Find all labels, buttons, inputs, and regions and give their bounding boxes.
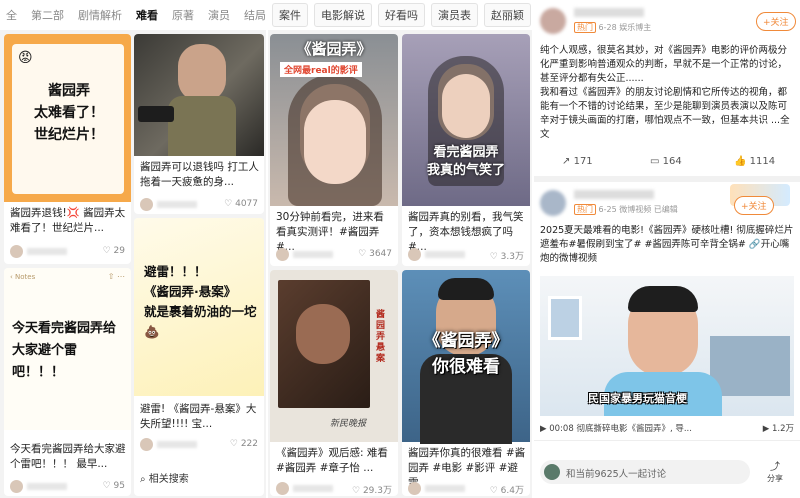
tag-chip[interactable]: 电影解说: [314, 3, 372, 27]
heart-icon[interactable]: ♡: [352, 486, 360, 496]
note-card[interactable]: 😡 酱园弄 太难看了！ 世纪烂片！ 酱园弄退钱!💢 酱园弄太难看了！世纪烂片..…: [4, 34, 131, 264]
note-cover: 避雷！！！ 《酱园弄·悬案》 就是裹着奶油的一坨💩: [134, 218, 264, 396]
note-cover: ‹ Notes ⇧ ⋯ 今天看完酱园弄给大家避个雷吧！！！: [4, 268, 131, 430]
cover-headline: 今天看完酱园弄给大家避个雷吧！！！: [12, 321, 117, 380]
tag-bar: 案件 电影解说 好看吗 演员表 赵丽颖: [268, 0, 532, 30]
xhs-panel-left: 全 第二部 剧情解析 难看 原著 演员 结局 😡 酱园弄 太难看了！ 世纪烂片！…: [0, 0, 266, 498]
heart-icon[interactable]: ♡: [103, 246, 111, 256]
like-button[interactable]: 👍 1114: [734, 156, 775, 167]
heart-icon[interactable]: ♡: [358, 249, 366, 259]
note-meta: ♡ 6.4万: [408, 482, 524, 496]
heart-icon[interactable]: ♡: [490, 486, 498, 496]
tab[interactable]: 原著: [172, 7, 194, 23]
weibo-post: 热门 6-28 娱乐博主 +关注 纯个人观感，很莫名其妙，对《酱园弄》电影的评价…: [534, 0, 800, 176]
avatar: [10, 245, 23, 258]
thumb-up-icon: 👍: [734, 156, 747, 167]
note-meta: ♡ 95: [10, 480, 125, 494]
view-icon: ▶: [762, 424, 770, 434]
cover-headline: 避雷！！！ 《酱园弄·悬案》 就是裹着奶油的一坨💩: [144, 264, 257, 339]
video-subtitle: 民国家暴男玩猫音梗: [588, 392, 687, 405]
follow-button[interactable]: +关注: [756, 12, 796, 31]
xhs-panel-middle: 案件 电影解说 好看吗 演员表 赵丽颖 《酱园弄》 全网最real的影评 30分…: [268, 0, 532, 498]
note-card[interactable]: 看完酱园弄 我真的气笑了 酱园弄真的别看，我气笑了，资本想钱想疯了吗 #... …: [402, 34, 530, 266]
weibo-panel: 热门 6-28 娱乐博主 +关注 纯个人观感，很莫名其妙，对《酱园弄》电影的评价…: [534, 0, 800, 498]
note-meta: ♡ 29: [10, 245, 125, 259]
note-meta: ♡ 3.3万: [408, 248, 524, 262]
related-search[interactable]: ⌕ 相关搜索: [140, 470, 189, 485]
comment-input[interactable]: 和当前9625人一起讨论: [540, 460, 750, 484]
cover-title: 看完酱园弄 我真的气笑了: [426, 145, 505, 178]
post-meta: 热门 6-28 娱乐博主: [574, 22, 651, 33]
note-card[interactable]: 避雷！！！ 《酱园弄·悬案》 就是裹着奶油的一坨💩 避雷! 《酱园弄-悬案》大失…: [134, 218, 264, 496]
comment-button[interactable]: ▭ 164: [650, 156, 682, 167]
note-meta: ♡ 4077: [140, 198, 258, 212]
tag-chip[interactable]: 赵丽颖: [484, 3, 531, 27]
tag-chip[interactable]: 好看吗: [378, 3, 425, 27]
note-cover: 《酱园弄》 你很难看: [402, 270, 530, 444]
note-title: 《酱园弄》观后感: 难看 #酱园弄 #章子怡 ...: [276, 447, 388, 474]
avatar: [10, 480, 23, 493]
repost-button[interactable]: ↗ 171: [562, 156, 593, 167]
avatar: [276, 248, 289, 261]
note-title: 酱园弄退钱!💢 酱园弄太难看了！世纪烂片...: [10, 207, 126, 234]
note-title: 酱园弄可以退钱吗 打工人拖着一天疲惫的身...: [140, 161, 259, 188]
tab[interactable]: 演员: [208, 7, 230, 23]
tab[interactable]: 结局: [244, 7, 266, 23]
avatar: [140, 438, 153, 451]
tab[interactable]: 剧情解析: [78, 7, 122, 23]
follow-button[interactable]: +关注: [734, 196, 774, 215]
post-body: 纯个人观感，很莫名其妙，对《酱园弄》电影的评价两极分化严重到影响普通观众的判断，…: [540, 45, 790, 140]
note-meta: ♡ 3647: [276, 248, 392, 262]
note-card[interactable]: 酱园弄可以退钱吗 打工人拖着一天疲惫的身... ♡ 4077: [134, 34, 264, 214]
cover-headline: 酱园弄 太难看了！ 世纪烂片！: [34, 83, 104, 143]
cover-title: 《酱园弄》 你很难看: [423, 331, 509, 377]
note-meta: ♡ 222: [140, 438, 258, 452]
tag-chip[interactable]: 演员表: [431, 3, 478, 27]
video-player[interactable]: 民国家暴男玩猫音梗: [540, 276, 794, 416]
tab-active[interactable]: 难看: [136, 7, 158, 23]
heart-icon[interactable]: ♡: [490, 252, 498, 262]
note-meta: ♡ 29.3万: [276, 482, 392, 496]
post-meta: 热门 6-25 微博视频 已编辑: [574, 204, 678, 215]
avatar: [408, 248, 421, 261]
avatar: [408, 482, 421, 495]
note-cover: 《酱园弄》 全网最real的影评: [270, 34, 398, 206]
note-cover: [134, 34, 264, 156]
cover-subtitle: 全网最real的影评: [280, 62, 362, 77]
heart-icon[interactable]: ♡: [230, 439, 238, 449]
note-card[interactable]: 《酱园弄》 你很难看 酱园弄你真的很难看 #酱园弄 #电影 #影评 #避雷 ♡ …: [402, 270, 530, 496]
poster-title: 酱园弄 悬案: [376, 310, 386, 364]
search-icon: ⌕: [140, 474, 146, 485]
note-cover: 酱园弄 悬案 新民晚报: [270, 270, 398, 442]
share-button[interactable]: ⤴ 分享: [760, 458, 790, 484]
share-icon: ⤴: [770, 462, 780, 473]
tag-chip[interactable]: 案件: [272, 3, 308, 27]
heart-icon[interactable]: ♡: [103, 481, 111, 491]
note-card[interactable]: ‹ Notes ⇧ ⋯ 今天看完酱园弄给大家避个雷吧！！！ 今天看完酱园弄给大家…: [4, 268, 131, 496]
video-caption[interactable]: ▶ 00:08 彻底撕碎电影《酱园弄》, 导... ▶ 1.2万: [540, 422, 794, 434]
avatar: [140, 198, 153, 211]
tab[interactable]: 全: [6, 7, 17, 23]
heart-icon[interactable]: ♡: [224, 199, 232, 209]
tab-bar: 全 第二部 剧情解析 难看 原著 演员 结局: [0, 0, 266, 30]
tab[interactable]: 第二部: [31, 7, 64, 23]
play-icon: ▶: [540, 424, 547, 434]
note-cover: 😡 酱园弄 太难看了！ 世纪烂片！: [4, 34, 131, 202]
post-body: 2025夏天最难看的电影!《酱园弄》硬核吐槽! 彻底握碎烂片遮羞布#暑假刷到宝了…: [540, 225, 794, 264]
note-cover: 看完酱园弄 我真的气笑了: [402, 34, 530, 206]
avatar[interactable]: [540, 8, 566, 34]
cover-title: 《酱园弄》: [296, 40, 372, 58]
angry-emoji-icon: 😡: [18, 50, 33, 66]
note-card[interactable]: 《酱园弄》 全网最real的影评 30分钟前看完，进来看看真实测评！#酱园弄 #…: [270, 34, 398, 266]
comment-icon: ▭: [650, 156, 660, 167]
weibo-post: 热门 6-25 微博视频 已编辑 +关注 2025夏天最难看的电影!《酱园弄》硬…: [534, 182, 800, 498]
note-card[interactable]: 酱园弄 悬案 新民晚报 《酱园弄》观后感: 难看 #酱园弄 #章子怡 ... ♡…: [270, 270, 398, 496]
avatar[interactable]: [540, 190, 566, 216]
repost-icon: ↗: [562, 156, 571, 167]
note-title: 今天看完酱园弄给大家避个雷吧！！！ 最早...: [10, 443, 126, 470]
avatar: [276, 482, 289, 495]
signature: 新民晚报: [330, 419, 367, 429]
note-title: 避雷! 《酱园弄-悬案》大失所望!!!! 宝...: [140, 403, 257, 430]
